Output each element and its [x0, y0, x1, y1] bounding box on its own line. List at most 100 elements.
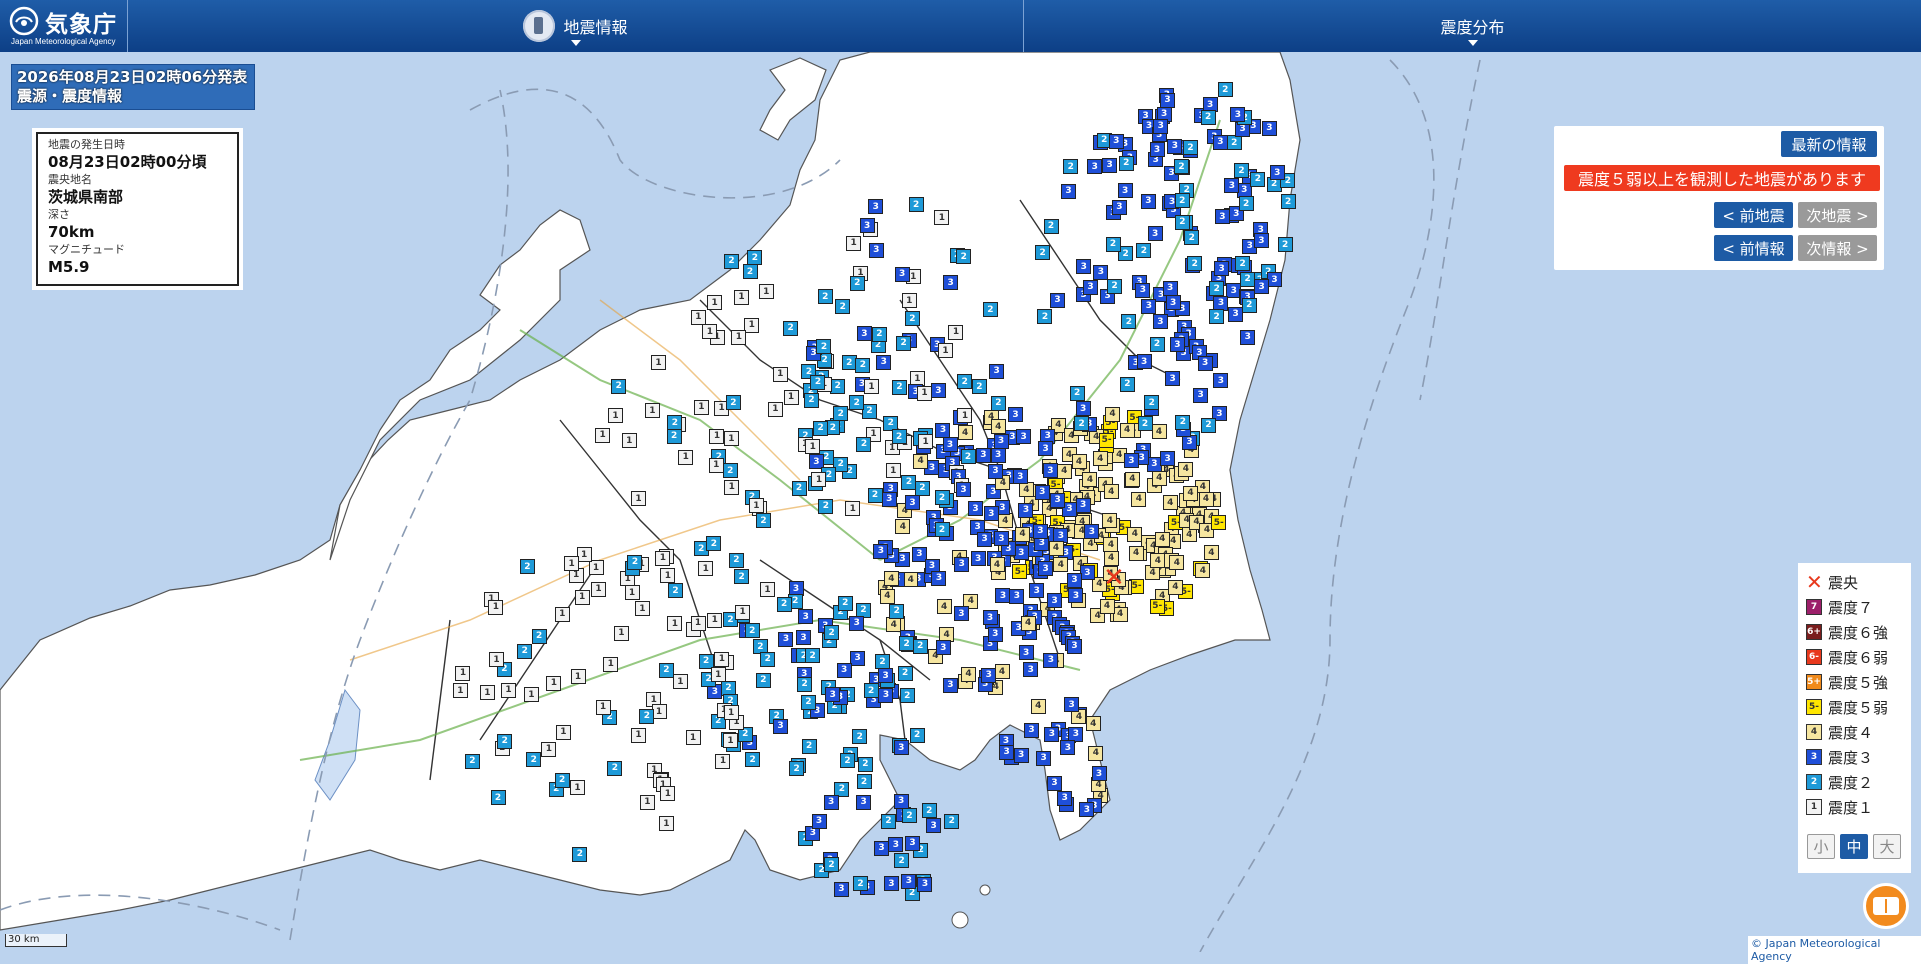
intensity-marker: 2	[722, 463, 738, 479]
intensity-marker: 2	[734, 569, 750, 585]
intensity-marker: 1	[631, 491, 647, 506]
intensity-marker: 3	[811, 813, 827, 829]
intensity-marker: 3	[1076, 259, 1092, 275]
intensity-marker: 2	[744, 623, 760, 639]
magnitude-value: M5.9	[48, 258, 90, 276]
legend-epicenter: ✕ 震央	[1798, 570, 1858, 594]
intensity-marker: 2	[1226, 135, 1242, 151]
intensity-marker: 1	[937, 343, 953, 358]
intensity-marker: 3	[1152, 314, 1168, 330]
intensity-marker: 2	[894, 853, 910, 869]
marker-size-small-button[interactable]: 小	[1807, 834, 1835, 859]
intensity-marker: 2	[971, 379, 987, 395]
intensity-marker: 1	[644, 403, 660, 419]
place-label: 震央地名	[48, 173, 92, 186]
legend-label: 震度３	[1828, 748, 1874, 767]
intensity-marker: 3	[981, 667, 997, 683]
intensity-marker: 4	[961, 666, 977, 682]
previous-report-button[interactable]: < 前情報	[1714, 235, 1793, 261]
menu-intensity-distribution[interactable]: 震度分布	[1024, 0, 1921, 52]
legend-epicenter-label: 震央	[1828, 573, 1859, 592]
jma-logo[interactable]: 気象庁 Japan Meteorological Agency	[0, 0, 128, 52]
intensity-marker: 2	[914, 480, 930, 496]
intensity-marker: 1	[735, 604, 751, 620]
intensity-marker: 2	[1187, 256, 1203, 272]
intensity-marker: 1	[564, 556, 580, 572]
intensity-marker: 2	[804, 392, 820, 408]
intensity-marker: 1	[733, 289, 749, 305]
intensity-marker: 2	[760, 651, 776, 667]
help-book-button[interactable]	[1863, 883, 1909, 929]
intensity-marker: 1	[783, 389, 799, 405]
intensity-marker: 3	[935, 422, 951, 438]
intensity-marker: 2	[789, 761, 805, 777]
intensity-marker: 2	[960, 449, 976, 465]
intensity-marker: 2	[490, 790, 506, 806]
intensity-marker: 3	[1214, 261, 1230, 277]
intensity-marker: 3	[1111, 199, 1127, 215]
intensity-marker: 3	[1160, 92, 1175, 108]
intensity-marker: 2	[824, 625, 840, 641]
intensity-marker: 2	[1037, 309, 1053, 325]
legend-label: 震度６強	[1828, 623, 1889, 642]
intensity-marker: 2	[1280, 194, 1296, 210]
intensity-marker: 1	[678, 449, 694, 465]
intensity-marker: 1	[690, 615, 706, 631]
intensity-marker: 1	[546, 675, 562, 691]
next-report-button[interactable]: 次情報 >	[1798, 235, 1877, 261]
intensity-marker: 3	[772, 718, 788, 734]
intensity-marker: 1	[863, 379, 879, 395]
intensity-marker: 3	[894, 266, 910, 282]
intensity-marker: 2	[801, 738, 817, 754]
intensity-marker: 2	[1118, 155, 1134, 171]
intensity-marker: 2	[554, 772, 570, 788]
intensity-marker: 3	[975, 447, 991, 463]
intensity-marker: 3	[878, 687, 894, 703]
intensity-marker: 3	[1136, 354, 1152, 370]
intensity-marker: 4	[903, 572, 919, 588]
intensity-marker: 3	[859, 218, 875, 234]
intensity-marker: 3	[893, 740, 909, 756]
intensity-marker: 2	[776, 596, 792, 612]
intensity-marker: 1	[760, 582, 776, 598]
marker-size-medium-button[interactable]: 中	[1840, 834, 1868, 859]
intensity-marker: 1	[710, 667, 726, 683]
intensity-marker: 2	[840, 753, 856, 769]
intensity-marker: 4	[1085, 716, 1101, 732]
intensity-marker: 3	[1212, 134, 1228, 150]
menu-earthquake-info[interactable]: 地震情報	[128, 0, 1024, 52]
intensity-marker: 3	[1269, 165, 1285, 181]
next-earthquake-button[interactable]: 次地震 >	[1798, 202, 1877, 228]
previous-earthquake-button[interactable]: < 前地震	[1714, 202, 1793, 228]
intensity-marker: 2	[912, 638, 928, 654]
intensity-marker: 2	[666, 428, 682, 444]
intensity-marker: 4	[1048, 540, 1064, 556]
intensity-marker: 3	[917, 876, 933, 892]
intensity-marker: 1	[658, 816, 674, 832]
intensity-marker: 3	[1213, 373, 1229, 389]
intensity-marker: 1	[574, 589, 590, 605]
marker-size-large-button[interactable]: 大	[1873, 834, 1901, 859]
intensity-marker: 2	[706, 536, 722, 552]
intensity-marker: 2	[849, 395, 865, 411]
intensity-marker: 3	[888, 837, 904, 853]
intensity-marker: 4	[1082, 472, 1098, 487]
intensity-marker: 3	[825, 687, 841, 703]
intensity-marker: 3	[893, 793, 909, 809]
intensity-marker: 3	[1018, 502, 1034, 518]
intensity-marker: 1	[667, 616, 683, 632]
intensity-marker: 1	[693, 399, 709, 415]
intensity-marker: 2	[899, 636, 915, 652]
intensity-marker: 3	[1153, 118, 1169, 134]
alert-banner[interactable]: 震度５弱以上を観測した地震があります	[1564, 165, 1880, 191]
intensity-marker: 2	[855, 357, 871, 373]
intensity-marker: 3	[1254, 279, 1270, 295]
intensity-marker: 1	[702, 324, 718, 340]
latest-info-button[interactable]: 最新の情報	[1781, 131, 1877, 157]
intensity-marker: 2	[1121, 314, 1137, 330]
intensity-marker: 3	[1047, 593, 1063, 609]
intensity-marker: 2	[1137, 416, 1153, 432]
intensity-marker: 4	[1162, 495, 1178, 511]
menu-intensity-label: 震度分布	[1440, 18, 1505, 37]
intensity-marker: 1	[655, 550, 671, 566]
